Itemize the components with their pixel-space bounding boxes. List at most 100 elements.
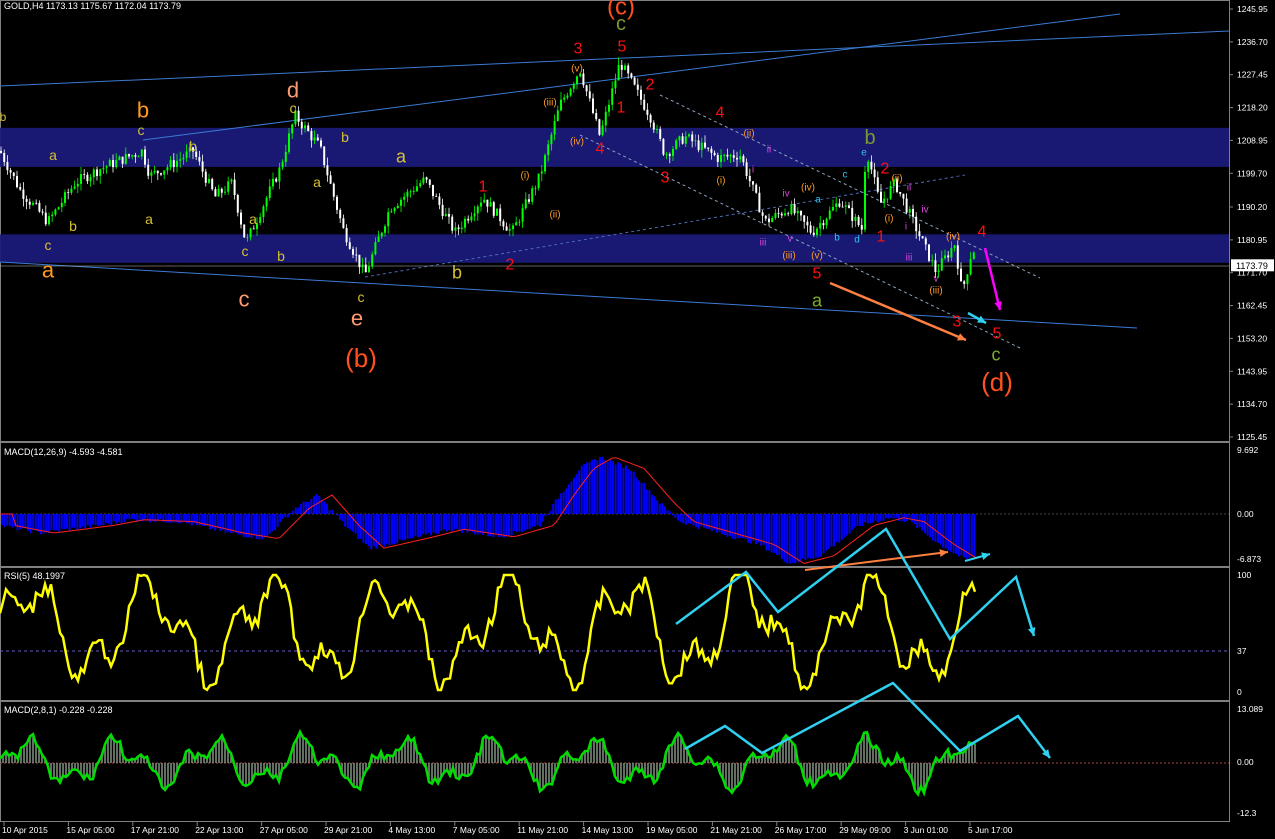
candle-body: [844, 205, 847, 207]
candle-body: [784, 213, 786, 216]
macd-histogram-bar: [885, 514, 887, 519]
macd-histogram-bar: [973, 514, 976, 558]
macd-histogram-bar: [726, 514, 729, 537]
candle-body: [323, 146, 326, 166]
candle-body: [566, 95, 569, 98]
macd-histogram-bar: [609, 459, 612, 514]
macd2-histogram-bar: [302, 737, 304, 763]
macd2-histogram-bar: [833, 763, 835, 775]
candle-body: [262, 206, 265, 218]
candle-body: [620, 64, 623, 70]
macd2-histogram-bar: [275, 763, 277, 775]
wave-label: 4: [978, 224, 987, 241]
wave-label: (iii): [782, 251, 795, 262]
macd-histogram-bar: [99, 514, 102, 526]
candle-body: [726, 154, 729, 157]
candle-body: [387, 212, 390, 227]
macd-histogram-bar: [326, 503, 328, 514]
wave-label: 4: [596, 141, 605, 158]
macd2-histogram-bar: [23, 746, 25, 763]
wave-label: b: [864, 127, 875, 149]
wave-label: a: [49, 147, 57, 163]
macd-histogram-bar: [801, 514, 804, 559]
macd2-histogram-bar: [53, 763, 55, 779]
time-label: 19 May 05:00: [646, 825, 698, 835]
candle-body: [812, 232, 815, 236]
macd-histogram-bar: [666, 510, 669, 514]
macd-histogram-bar: [606, 461, 609, 514]
candle-body: [86, 174, 89, 182]
macd-histogram-bar: [547, 514, 549, 515]
candle-body: [953, 245, 956, 249]
candle-body: [800, 210, 802, 216]
macd-histogram-bar: [619, 463, 622, 514]
macd-histogram-bar: [505, 514, 508, 537]
candle-body: [217, 188, 220, 197]
wave-label: (iv): [570, 137, 584, 148]
trend-channel-lines: [0, 13, 1230, 349]
candle-body: [889, 186, 892, 199]
macd-histogram-bar: [164, 514, 167, 523]
wave-label: 5: [813, 266, 822, 283]
candle-body: [694, 140, 697, 142]
candle-body: [112, 160, 114, 168]
macd-histogram-bar: [45, 514, 48, 533]
wave-label: (iii): [543, 98, 556, 109]
candle-body: [83, 174, 86, 175]
macd-histogram-bar: [417, 514, 419, 538]
candle-body: [435, 195, 438, 197]
macd-histogram-bar: [695, 514, 698, 528]
candle-body: [406, 191, 409, 197]
macd2-histogram-bar: [677, 732, 679, 763]
candle-body: [777, 212, 780, 214]
macd-histogram-bar: [820, 514, 822, 557]
candle-body: [9, 170, 12, 173]
candle-body: [905, 198, 908, 213]
macd-histogram-bar: [900, 514, 903, 522]
macd-histogram-bar: [705, 514, 708, 529]
candle-body: [368, 266, 370, 273]
macd2-histogram-bar: [257, 763, 259, 775]
time-label: 21 May 21:00: [710, 825, 762, 835]
macd-histogram-bar: [29, 514, 32, 534]
candle-body: [297, 110, 300, 122]
candle-body: [364, 264, 367, 273]
macd-histogram-bar: [120, 514, 123, 524]
macd-histogram-bar: [617, 462, 620, 514]
macd-histogram-bar: [879, 514, 882, 521]
wave-label: 2: [881, 161, 890, 178]
candle-body: [163, 170, 166, 175]
candle-body: [291, 124, 294, 134]
wave-label: 1: [617, 100, 626, 117]
macd-histogram-bar: [89, 514, 92, 528]
macd-histogram-bar: [934, 514, 937, 542]
candle-body: [649, 114, 652, 123]
macd-histogram-bar: [554, 499, 557, 514]
macd-histogram-bar: [383, 514, 386, 547]
candle-body: [716, 155, 719, 162]
candle-body: [102, 167, 105, 170]
wave-label: b: [277, 248, 285, 264]
candle-body: [915, 216, 918, 232]
candle-body: [310, 131, 313, 141]
macd-histogram-bar: [765, 514, 768, 551]
candle-body: [710, 148, 713, 153]
candle-body: [214, 189, 217, 197]
macd2-histogram-bar: [35, 743, 37, 763]
wave-label: c: [239, 287, 250, 312]
candle-body: [697, 140, 700, 151]
candle-body: [793, 204, 796, 214]
macd-histogram-bar: [60, 514, 63, 530]
macd-histogram-bar: [118, 514, 120, 522]
candle-body: [147, 164, 150, 176]
candle-body: [608, 104, 610, 112]
candle-body: [460, 227, 463, 229]
macd2-histogram-bar: [299, 731, 301, 763]
macd-histogram-bar: [281, 514, 284, 519]
candle-body: [713, 152, 716, 156]
macd-histogram-bar: [747, 514, 750, 543]
panel-border: [0, 701, 1230, 822]
macd-histogram-bar: [560, 493, 562, 514]
wave-label: a: [812, 290, 823, 310]
macd2-histogram-bar: [164, 763, 166, 790]
